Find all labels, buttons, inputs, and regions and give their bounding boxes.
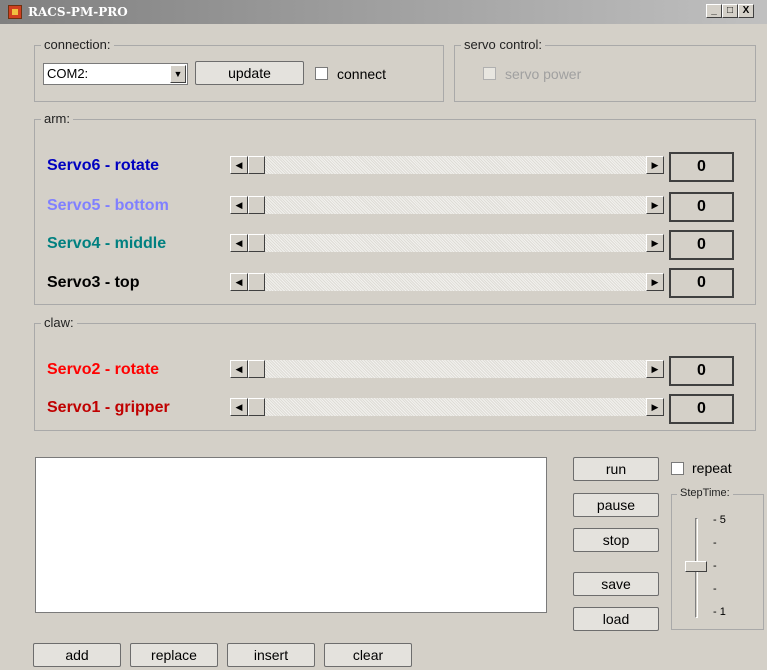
servo1-slider[interactable]: ◀ ▶: [230, 398, 664, 416]
servo-power-label: servo power: [505, 66, 582, 82]
minimize-button[interactable]: _: [706, 4, 722, 18]
step-time-slider[interactable]: - 5 - - - - 1: [682, 512, 752, 622]
servo6-label: Servo6 - rotate: [47, 157, 160, 174]
scroll-left-arrow-icon[interactable]: ◀: [230, 398, 248, 416]
chevron-down-icon[interactable]: ▼: [170, 65, 186, 83]
save-button[interactable]: save: [573, 572, 659, 596]
insert-button[interactable]: insert: [227, 643, 315, 667]
scroll-right-arrow-icon[interactable]: ▶: [646, 398, 664, 416]
connect-checkbox[interactable]: [315, 67, 328, 80]
title-bar: RACS-PM-PRO _ □ X: [0, 0, 767, 24]
scroll-left-arrow-icon[interactable]: ◀: [230, 156, 248, 174]
scroll-left-arrow-icon[interactable]: ◀: [230, 234, 248, 252]
servo4-label: Servo4 - middle: [47, 235, 167, 252]
connection-group-label: connection:: [41, 37, 114, 52]
step-time-tick: - 5: [713, 514, 726, 526]
repeat-checkbox[interactable]: [671, 462, 684, 475]
scroll-left-arrow-icon[interactable]: ◀: [230, 196, 248, 214]
slider-thumb[interactable]: [685, 561, 707, 572]
close-button[interactable]: X: [738, 4, 754, 18]
slider-thumb[interactable]: [248, 196, 265, 214]
servo3-slider[interactable]: ◀ ▶: [230, 273, 664, 291]
servo5-slider[interactable]: ◀ ▶: [230, 196, 664, 214]
servo1-label: Servo1 - gripper: [47, 399, 170, 416]
clear-button[interactable]: clear: [324, 643, 412, 667]
servo4-slider[interactable]: ◀ ▶: [230, 234, 664, 252]
repeat-label: repeat: [692, 460, 732, 476]
step-time-tick: -: [713, 560, 717, 572]
window-title: RACS-PM-PRO: [28, 5, 128, 19]
connect-label: connect: [337, 66, 387, 82]
step-time-tick: - 1: [713, 606, 726, 618]
add-button[interactable]: add: [33, 643, 121, 667]
servo6-slider[interactable]: ◀ ▶: [230, 156, 664, 174]
scroll-right-arrow-icon[interactable]: ▶: [646, 360, 664, 378]
slider-thumb[interactable]: [248, 156, 265, 174]
slider-thumb[interactable]: [248, 360, 265, 378]
servo-control-group-label: servo control:: [461, 37, 546, 52]
servo3-label: Servo3 - top: [47, 274, 140, 291]
step-time-label: StepTime:: [677, 487, 733, 499]
scroll-right-arrow-icon[interactable]: ▶: [646, 234, 664, 252]
servo1-value: 0: [669, 394, 734, 424]
slider-thumb[interactable]: [248, 273, 265, 291]
port-select-value: COM2:: [47, 66, 89, 81]
scroll-left-arrow-icon[interactable]: ◀: [230, 360, 248, 378]
stop-button[interactable]: stop: [573, 528, 659, 552]
sequence-list[interactable]: [35, 457, 547, 613]
slider-thumb[interactable]: [248, 398, 265, 416]
servo-power-checkbox[interactable]: [483, 67, 496, 80]
servo2-value: 0: [669, 356, 734, 386]
app-icon: [8, 5, 22, 19]
scroll-left-arrow-icon[interactable]: ◀: [230, 273, 248, 291]
slider-thumb[interactable]: [248, 234, 265, 252]
servo2-slider[interactable]: ◀ ▶: [230, 360, 664, 378]
servo2-label: Servo2 - rotate: [47, 361, 160, 378]
scroll-right-arrow-icon[interactable]: ▶: [646, 196, 664, 214]
claw-group-label: claw:: [41, 315, 77, 330]
scroll-right-arrow-icon[interactable]: ▶: [646, 273, 664, 291]
arm-group-label: arm:: [41, 111, 73, 126]
servo3-value: 0: [669, 268, 734, 298]
pause-button[interactable]: pause: [573, 493, 659, 517]
step-time-tick: -: [713, 583, 717, 595]
replace-button[interactable]: replace: [130, 643, 218, 667]
maximize-button[interactable]: □: [722, 4, 738, 18]
load-button[interactable]: load: [573, 607, 659, 631]
step-time-tick: -: [713, 537, 717, 549]
scroll-right-arrow-icon[interactable]: ▶: [646, 156, 664, 174]
servo4-value: 0: [669, 230, 734, 260]
run-button[interactable]: run: [573, 457, 659, 481]
port-select[interactable]: COM2: ▼: [43, 63, 188, 85]
update-button[interactable]: update: [195, 61, 304, 85]
servo5-value: 0: [669, 192, 734, 222]
servo-control-group: servo control:: [454, 37, 756, 102]
servo5-label: Servo5 - bottom: [47, 197, 169, 214]
servo6-value: 0: [669, 152, 734, 182]
